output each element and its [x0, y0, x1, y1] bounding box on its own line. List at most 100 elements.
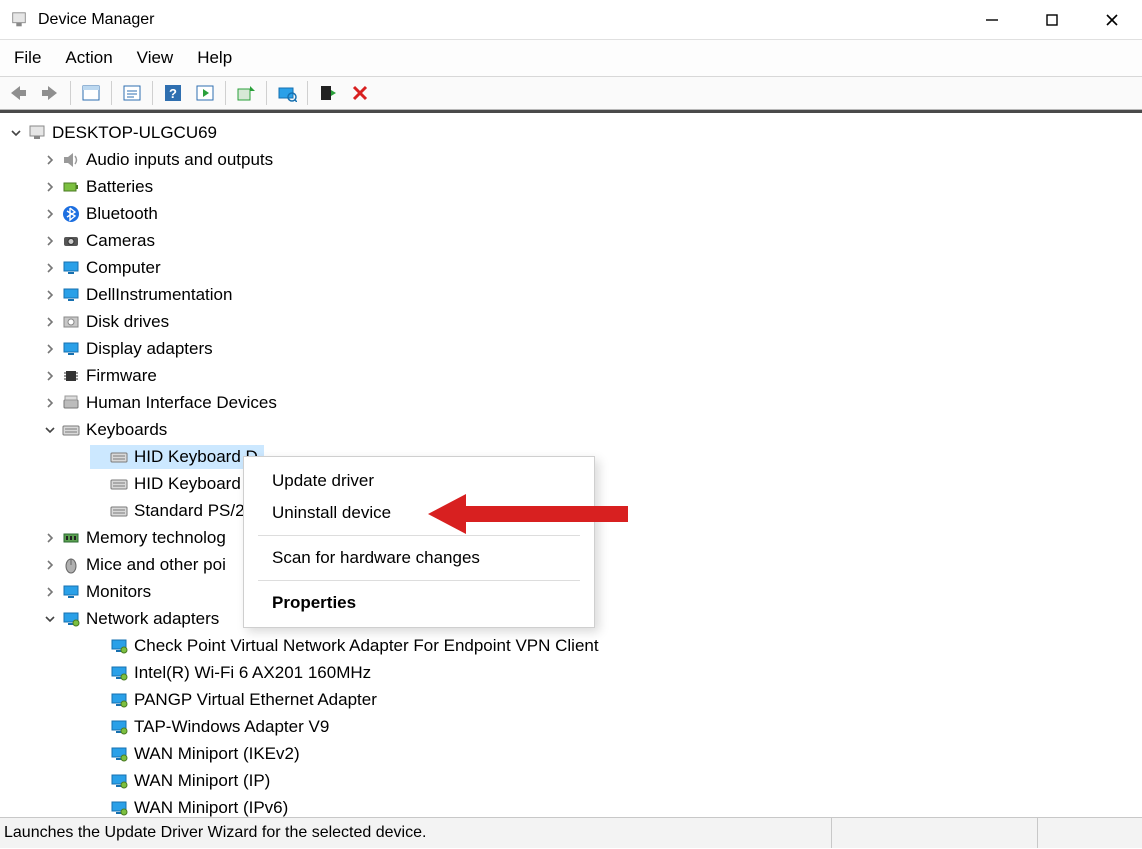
properties-button[interactable]: [117, 79, 147, 107]
monitor-icon: [60, 338, 82, 360]
tree-node-label: Standard PS/2 K: [134, 501, 261, 521]
tree-category[interactable]: Bluetooth: [6, 200, 1142, 227]
chip-icon: [60, 365, 82, 387]
enable-device-button[interactable]: [313, 79, 343, 107]
speaker-icon: [60, 149, 82, 171]
tree-node-label: Batteries: [86, 177, 153, 197]
tree-category[interactable]: Computer: [6, 254, 1142, 281]
tree-root[interactable]: DESKTOP-ULGCU69: [6, 119, 1142, 146]
chevron-right-icon[interactable]: [42, 260, 58, 276]
minimize-button[interactable]: [962, 0, 1022, 40]
network-icon: [108, 743, 130, 765]
tree-device[interactable]: Check Point Virtual Network Adapter For …: [6, 632, 1142, 659]
monitor-icon: [60, 284, 82, 306]
chevron-right-icon[interactable]: [42, 152, 58, 168]
chevron-down-icon[interactable]: [42, 611, 58, 627]
tree-category[interactable]: Audio inputs and outputs: [6, 146, 1142, 173]
keyboard-icon: [108, 446, 130, 468]
forward-button[interactable]: [35, 79, 65, 107]
chevron-right-icon[interactable]: [42, 557, 58, 573]
tree-node-label: Keyboards: [86, 420, 167, 440]
context-properties[interactable]: Properties: [244, 587, 594, 619]
chevron-right-icon[interactable]: [42, 179, 58, 195]
tree-device[interactable]: WAN Miniport (IKEv2): [6, 740, 1142, 767]
app-icon: [8, 9, 30, 31]
tree-node-label: Human Interface Devices: [86, 393, 277, 413]
monitor-icon: [60, 257, 82, 279]
window-title: Device Manager: [38, 11, 155, 29]
tree-node-label: Cameras: [86, 231, 155, 251]
network-icon: [108, 770, 130, 792]
network-icon: [108, 635, 130, 657]
mouse-icon: [60, 554, 82, 576]
tree-device[interactable]: TAP-Windows Adapter V9: [6, 713, 1142, 740]
tree-node-label: Display adapters: [86, 339, 213, 359]
tree-node-label: Firmware: [86, 366, 157, 386]
statusbar: Launches the Update Driver Wizard for th…: [0, 817, 1142, 848]
hid-icon: [60, 392, 82, 414]
maximize-button[interactable]: [1022, 0, 1082, 40]
tree-node-label: Bluetooth: [86, 204, 158, 224]
battery-icon: [60, 176, 82, 198]
tree-node-label: Network adapters: [86, 609, 219, 629]
chevron-down-icon[interactable]: [42, 422, 58, 438]
chevron-down-icon[interactable]: [8, 125, 24, 141]
close-button[interactable]: [1082, 0, 1142, 40]
tree-category[interactable]: Disk drives: [6, 308, 1142, 335]
context-menu: Update driver Uninstall device Scan for …: [243, 456, 595, 628]
menu-file[interactable]: File: [2, 44, 53, 72]
tree-category[interactable]: Batteries: [6, 173, 1142, 200]
chevron-right-icon[interactable]: [42, 206, 58, 222]
menu-help[interactable]: Help: [185, 44, 244, 72]
show-hide-console-button[interactable]: [76, 79, 106, 107]
help-button[interactable]: ?: [158, 79, 188, 107]
keyboard-icon: [60, 419, 82, 441]
tree-node-label: DESKTOP-ULGCU69: [52, 123, 217, 143]
chevron-right-icon[interactable]: [42, 368, 58, 384]
tree-node-label: HID Keyboard D: [134, 447, 258, 467]
context-separator: [258, 535, 580, 536]
update-driver-button[interactable]: [231, 79, 261, 107]
menubar: File Action View Help: [0, 40, 1142, 76]
tree-category[interactable]: Human Interface Devices: [6, 389, 1142, 416]
tree-device[interactable]: PANGP Virtual Ethernet Adapter: [6, 686, 1142, 713]
tree-node-label: WAN Miniport (IP): [134, 771, 270, 791]
tree-category[interactable]: Firmware: [6, 362, 1142, 389]
network-icon: [108, 662, 130, 684]
tree-node-label: Check Point Virtual Network Adapter For …: [134, 636, 599, 656]
chevron-right-icon[interactable]: [42, 233, 58, 249]
tree-node-label: Computer: [86, 258, 161, 278]
chevron-right-icon[interactable]: [42, 341, 58, 357]
titlebar: Device Manager: [0, 0, 1142, 40]
network-icon: [108, 797, 130, 818]
tree-category[interactable]: DellInstrumentation: [6, 281, 1142, 308]
menu-view[interactable]: View: [125, 44, 186, 72]
context-uninstall-device[interactable]: Uninstall device: [244, 497, 594, 529]
chevron-right-icon[interactable]: [42, 395, 58, 411]
context-scan-hardware[interactable]: Scan for hardware changes: [244, 542, 594, 574]
tree-category[interactable]: Keyboards: [6, 416, 1142, 443]
tree-device[interactable]: Intel(R) Wi-Fi 6 AX201 160MHz: [6, 659, 1142, 686]
chevron-right-icon[interactable]: [42, 287, 58, 303]
back-button[interactable]: [3, 79, 33, 107]
uninstall-device-button[interactable]: [345, 79, 375, 107]
chevron-right-icon[interactable]: [42, 314, 58, 330]
network-icon: [60, 608, 82, 630]
monitor-icon: [60, 581, 82, 603]
tree-node-label: WAN Miniport (IKEv2): [134, 744, 300, 764]
keyboard-icon: [108, 473, 130, 495]
network-icon: [108, 689, 130, 711]
chevron-right-icon[interactable]: [42, 584, 58, 600]
tree-node-label: Monitors: [86, 582, 151, 602]
action-button[interactable]: [190, 79, 220, 107]
tree-node-label: Memory technolog: [86, 528, 226, 548]
tree-category[interactable]: Cameras: [6, 227, 1142, 254]
tree-category[interactable]: Display adapters: [6, 335, 1142, 362]
chevron-right-icon[interactable]: [42, 530, 58, 546]
scan-hardware-button[interactable]: [272, 79, 302, 107]
menu-action[interactable]: Action: [53, 44, 124, 72]
tree-device[interactable]: WAN Miniport (IP): [6, 767, 1142, 794]
context-update-driver[interactable]: Update driver: [244, 465, 594, 497]
tree-node-label: Disk drives: [86, 312, 169, 332]
tree-device[interactable]: WAN Miniport (IPv6): [6, 794, 1142, 817]
